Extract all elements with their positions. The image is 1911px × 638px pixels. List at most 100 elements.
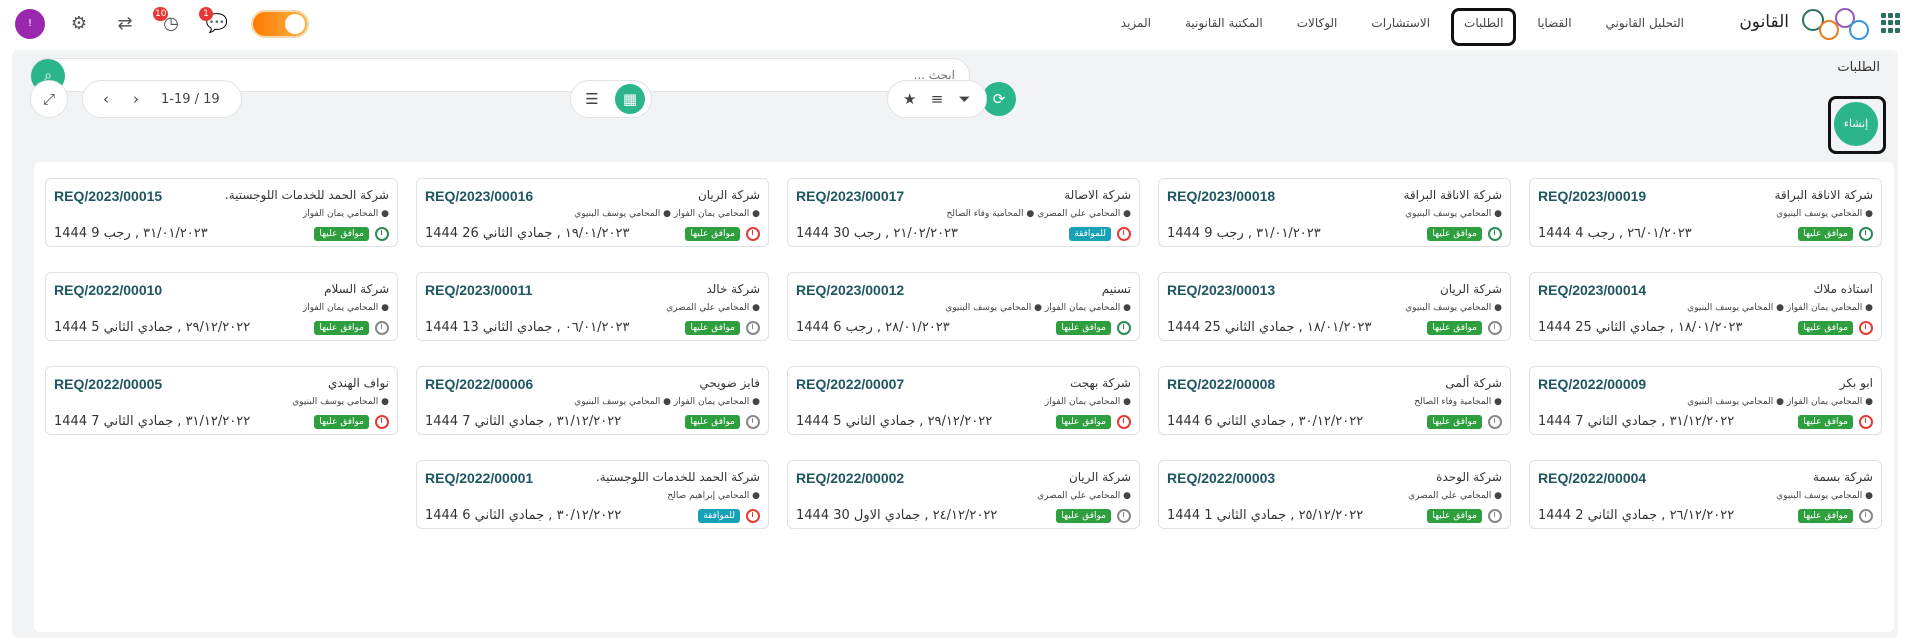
request-card[interactable]: REQ/2022/00007 شركة بهجت ● المحامي يمان ال… [787,366,1140,435]
user-avatar[interactable]: ! [15,9,45,39]
activity-clock-icon[interactable] [1488,509,1502,523]
brand-title[interactable]: القانون [1739,12,1789,32]
activity-clock-icon[interactable] [1117,509,1131,523]
request-date: ٢٥/١٢/٢٠٢٢ , جمادي الثاني 1 1444 [1167,508,1364,523]
activity-clock-icon[interactable] [375,321,389,335]
client-name: شركة ألمى [1445,376,1502,390]
request-card[interactable]: REQ/2022/00003 شركة الوحدة ● المحامي علي ا… [1158,460,1511,529]
request-card[interactable]: REQ/2022/00009 ابو بكر ● المحامي يمان الفو… [1529,366,1882,435]
request-card[interactable]: REQ/2023/00013 شركة الريان ● المحامي يوسف … [1158,272,1511,341]
filter-icon[interactable]: ⏷ [951,84,978,114]
request-card[interactable]: REQ/2023/00011 شركة خالد ● المحامي علي الم… [416,272,769,341]
toggle-knob [285,14,305,34]
request-card[interactable]: REQ/2023/00015 شركة الحمد للخدمات اللوجست… [45,178,398,247]
status-badge: موافق عليها [1056,321,1111,335]
request-card[interactable]: REQ/2022/00010 شركة السلام ● المحامي يمان … [45,272,398,341]
activity-clock-icon[interactable] [1859,415,1873,429]
activity-clock-icon[interactable] [1859,509,1873,523]
request-card[interactable]: REQ/2022/00004 شركة بسمة ● المحامي يوسف ال… [1529,460,1882,529]
request-card[interactable]: REQ/2022/00005 نواف الهندي ● المحامي يوسف … [45,366,398,435]
activity-clock-icon[interactable] [375,227,389,241]
activity-clock-icon[interactable] [1859,227,1873,241]
request-number: REQ/2023/00019 [1538,188,1647,204]
pager-next-icon[interactable]: › [121,84,151,114]
request-card[interactable]: REQ/2023/00019 شركة الاناقة البراقة ● المح… [1529,178,1882,247]
status-badge: موافق عليها [1798,227,1853,241]
theme-toggle[interactable] [251,10,309,38]
group-by-list-icon[interactable]: ≡ [923,84,950,114]
request-date: ٣١/٠١/٢٠٢٣ , رجب 9 1444 [54,226,208,241]
activity-clock-icon[interactable] [1488,415,1502,429]
request-card[interactable]: REQ/2022/00006 فايز ضويحي ● المحامي يمان ا… [416,366,769,435]
client-name: شركة الاصالة [1064,188,1131,202]
client-name: استاذه ملاك [1813,282,1873,296]
assigned-lawyers: ● المحامي علي المصري [666,303,760,313]
request-date: ٢٩/١٢/٢٠٢٢ , جمادي الثاني 5 1444 [54,320,251,335]
request-card[interactable]: REQ/2022/00001 شركة الحمد للخدمات اللوجست… [416,460,769,529]
activity-clock-icon[interactable] [746,227,760,241]
assigned-lawyers: ● المحامي علي المصري ● المحامية وفاء الص… [946,209,1132,219]
request-card[interactable]: REQ/2023/00018 شركة الاناقة البراقة ● المح… [1158,178,1511,247]
menu-more[interactable]: المزيد [1104,0,1168,46]
list-view-icon[interactable]: ☰ [577,84,607,114]
assigned-lawyers: ● المحامي يوسف البنيوي [292,397,389,407]
request-card[interactable]: REQ/2023/00017 شركة الاصالة ● المحامي علي … [787,178,1140,247]
activity-clock-icon[interactable] [1488,227,1502,241]
assigned-lawyers: ● المحامي يوسف البنيوي [1776,209,1873,219]
assigned-lawyers: ● المحامي علي المصري [1037,491,1131,501]
activity-clock-icon[interactable] [1488,321,1502,335]
activity-clock-icon[interactable] [746,415,760,429]
activity-clock-icon[interactable] [1117,227,1131,241]
request-number: REQ/2022/00005 [54,376,163,392]
activity-count-badge: 10 [153,7,169,21]
kanban-view-icon[interactable]: ▦ [615,84,645,114]
menu-legal-analysis[interactable]: التحليل القانوني [1589,0,1701,46]
activity-clock-icon[interactable] [746,509,760,523]
pager-prev-icon[interactable]: ‹ [91,84,121,114]
favorite-star-icon[interactable]: ★ [896,84,923,114]
client-name: شركة الوحدة [1436,470,1502,484]
request-card[interactable]: REQ/2022/00008 شركة ألمى ● المحامية وفاء ا… [1158,366,1511,435]
language-icon[interactable]: ⇄ [113,12,137,36]
activity-clock-icon[interactable] [1117,321,1131,335]
request-number: REQ/2023/00016 [425,188,534,204]
user-tools: ! ⚙ ⇄ ◷ 10 💬 1 [15,7,309,39]
pager-value[interactable]: 1-19 / 19 [151,92,230,107]
status-badge: موافق عليها [685,415,740,429]
request-date: ١٨/٠١/٢٠٢٣ , جمادي الثاني 25 1444 [1538,320,1743,335]
assigned-lawyers: ● المحامي علي المصري [1408,491,1502,501]
request-number: REQ/2022/00009 [1538,376,1647,392]
activity-clock-icon[interactable]: ◷ 10 [153,7,183,36]
assigned-lawyers: ● المحامي يوسف البنيوي [1405,303,1502,313]
apps-grid-icon[interactable] [1881,13,1901,33]
request-card[interactable]: REQ/2023/00016 شركة الريان ● المحامي يمان … [416,178,769,247]
menu-agencies[interactable]: الوكالات [1280,0,1355,46]
request-status: موافق عليها [685,227,760,241]
request-status: موافق عليها [1056,321,1131,335]
menu-requests[interactable]: الطلبات [1447,0,1520,46]
client-name: شركة الحمد للخدمات اللوجستية. [224,188,389,202]
activity-clock-icon[interactable] [1859,321,1873,335]
activity-clock-icon[interactable] [1117,415,1131,429]
settings-gear-icon[interactable]: ⚙ [67,12,91,36]
menu-legal-library[interactable]: المكتبة القانونية [1168,0,1280,46]
request-number: REQ/2023/00018 [1167,188,1276,204]
messages-chat-icon[interactable]: 💬 1 [199,7,229,36]
request-card[interactable]: REQ/2023/00014 استاذه ملاك ● المحامي يمان … [1529,272,1882,341]
client-name: شركة بهجت [1069,376,1131,390]
request-status: موافق عليها [1427,227,1502,241]
assigned-lawyers: ● المحامي يوسف البنيوي [1776,491,1873,501]
client-name: شركة الاناقة البراقة [1774,188,1873,202]
create-button[interactable]: إنشاء [1828,96,1886,154]
refresh-icon[interactable]: ⟳ [982,82,1016,116]
request-card[interactable]: REQ/2023/00012 تسنيم ● المحامي يمان الفواز… [787,272,1140,341]
menu-consultations[interactable]: الاستشارات [1354,0,1447,46]
status-badge: موافق عليها [1427,509,1482,523]
status-badge: موافق عليها [685,321,740,335]
request-card[interactable]: REQ/2022/00002 شركة الريان ● المحامي علي ا… [787,460,1140,529]
activity-clock-icon[interactable] [375,415,389,429]
status-badge: موافق عليها [685,227,740,241]
expand-icon[interactable]: ⤢ [34,84,64,114]
menu-cases[interactable]: القضايا [1520,0,1588,46]
activity-clock-icon[interactable] [746,321,760,335]
